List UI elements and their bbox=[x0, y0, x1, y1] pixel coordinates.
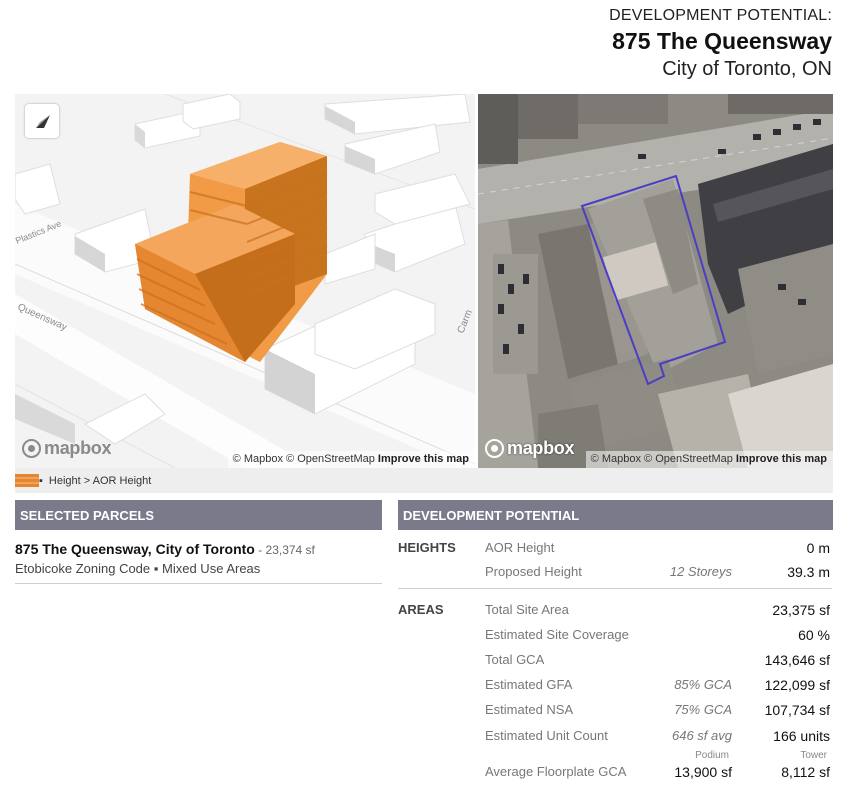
parcel-zoning: Etobicoke Zoning Code bbox=[15, 561, 151, 576]
page-header: DEVELOPMENT POTENTIAL: 875 The Queensway… bbox=[609, 6, 832, 82]
property-address: 875 The Queensway bbox=[612, 28, 832, 54]
osm-attribution-link[interactable]: © OpenStreetMap bbox=[286, 453, 375, 465]
mapbox-logo-icon bbox=[22, 439, 41, 458]
tower-value: 8,112 sf bbox=[781, 764, 830, 780]
mapbox-logo-icon bbox=[485, 439, 504, 458]
map-3d-canvas: Plastics Ave Queensway Carm bbox=[15, 94, 475, 468]
map-3d-view[interactable]: Plastics Ave Queensway Carm mapbox © Map… bbox=[15, 94, 475, 468]
divider bbox=[15, 583, 382, 584]
row-estimated-gfa: Estimated GFA 85% GCA 122,099 sf bbox=[485, 677, 830, 693]
row-unit-count: Estimated Unit Count 646 sf avg 166 unit… bbox=[485, 728, 830, 744]
podium-label: Podium bbox=[695, 750, 729, 761]
mapbox-logo[interactable]: mapbox bbox=[22, 438, 112, 459]
street-label-carm: Carm bbox=[456, 308, 475, 335]
improve-map-link[interactable]: Improve this map bbox=[736, 453, 827, 465]
selected-parcels-header: SELECTED PARCELS bbox=[15, 500, 382, 530]
row-aor-height: AOR Height 0 m bbox=[485, 540, 830, 556]
mapbox-logo[interactable]: mapbox bbox=[485, 438, 575, 459]
legend-label: Height > AOR Height bbox=[48, 474, 152, 487]
map-legend: ▪ Height > AOR Height bbox=[15, 468, 833, 493]
row-site-coverage: Estimated Site Coverage 60 % bbox=[485, 627, 830, 643]
improve-map-link[interactable]: Improve this map bbox=[378, 453, 469, 465]
row-proposed-height: Proposed Height 12 Storeys 39.3 m bbox=[485, 564, 830, 580]
row-total-site-area: Total Site Area 23,375 sf bbox=[485, 602, 830, 618]
map-satellite-canvas bbox=[478, 94, 833, 468]
row-floorplate-gca: Average Floorplate GCA 13,900 sf 8,112 s… bbox=[485, 764, 830, 780]
row-estimated-nsa: Estimated NSA 75% GCA 107,734 sf bbox=[485, 702, 830, 718]
property-city: City of Toronto, ON bbox=[662, 58, 832, 80]
selected-parcel-item[interactable]: 875 The Queensway, City of Toronto - 23,… bbox=[15, 541, 382, 584]
parcel-name: 875 The Queensway, City of Toronto bbox=[15, 541, 255, 557]
divider bbox=[398, 588, 832, 589]
parcel-area: - 23,374 sf bbox=[254, 543, 315, 557]
compass-icon bbox=[36, 115, 50, 128]
map-satellite-view[interactable]: mapbox © Mapbox © OpenStreetMap Improve … bbox=[478, 94, 833, 468]
mapbox-attribution-link[interactable]: © Mapbox bbox=[591, 453, 641, 465]
row-total-gca: Total GCA 143,646 sf bbox=[485, 652, 830, 668]
osm-attribution-link[interactable]: © OpenStreetMap bbox=[644, 453, 733, 465]
podium-value: 13,900 sf bbox=[674, 764, 732, 780]
legend-swatch bbox=[15, 474, 39, 487]
compass-button[interactable] bbox=[25, 104, 59, 138]
map-attribution: © Mapbox © OpenStreetMap Improve this ma… bbox=[227, 451, 475, 468]
report-title: DEVELOPMENT POTENTIAL: bbox=[609, 7, 832, 24]
mapbox-attribution-link[interactable]: © Mapbox bbox=[233, 453, 283, 465]
tower-label: Tower bbox=[800, 750, 827, 761]
map-attribution: © Mapbox © OpenStreetMap Improve this ma… bbox=[585, 451, 833, 468]
parcel-use: Mixed Use Areas bbox=[162, 561, 261, 576]
development-potential-header: DEVELOPMENT POTENTIAL bbox=[398, 500, 833, 530]
